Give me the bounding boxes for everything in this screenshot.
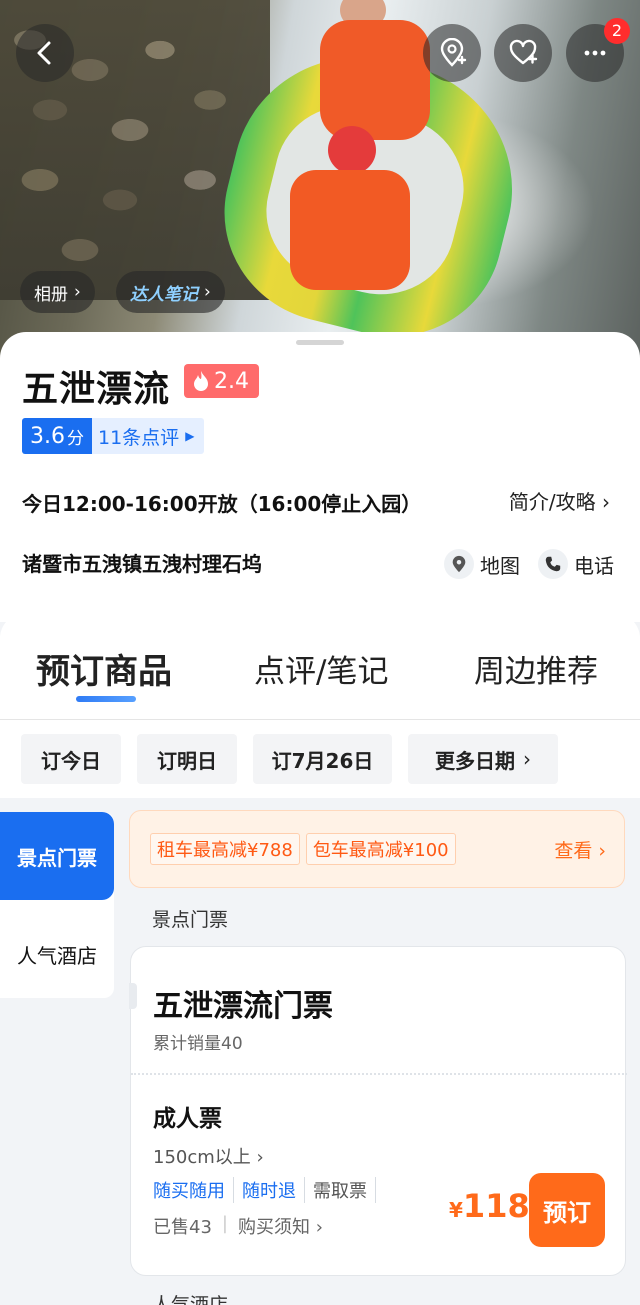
- review-count-link[interactable]: 11条点评 ▶: [92, 418, 205, 454]
- policy-tag: 需取票: [313, 1177, 376, 1203]
- promo-tag: 租车最高减¥788: [150, 833, 300, 865]
- review-count-label: 11条点评: [98, 426, 180, 449]
- drag-handle[interactable]: [296, 340, 344, 345]
- chevron-right-icon: ›: [74, 282, 81, 302]
- tab-reviews-notes[interactable]: 点评/笔记: [254, 646, 388, 691]
- purchase-notes-link[interactable]: 购买须知 ›: [238, 1213, 323, 1239]
- page: 2 相册 › 达人笔记 › 五泄漂流 2.4 3.6 分 11条点评 ▶ 今日12…: [0, 0, 640, 1305]
- location-plus-icon: [440, 38, 467, 67]
- price: ¥118: [449, 1187, 530, 1225]
- flame-icon: [194, 371, 208, 391]
- chevron-right-icon: ›: [602, 490, 610, 514]
- phone-label: 电话: [574, 553, 614, 578]
- caret-right-icon: ▶: [185, 429, 195, 443]
- location-add-button[interactable]: [423, 24, 481, 82]
- promo-see-link[interactable]: 查看 ›: [554, 836, 606, 863]
- car-rental-promo-banner[interactable]: 租车最高减¥788 包车最高减¥100 查看 ›: [129, 810, 625, 888]
- ticket-type: 成人票: [153, 1106, 222, 1132]
- product-name: 五泄漂流门票: [153, 989, 333, 1024]
- date-tomorrow-button[interactable]: 订明日: [137, 734, 237, 784]
- sidebar-item-tickets[interactable]: 景点门票: [0, 812, 114, 900]
- person-lifejacket-decoration: [290, 170, 410, 290]
- phone-button[interactable]: 电话: [538, 546, 614, 582]
- attraction-info-card: 五泄漂流 2.4 3.6 分 11条点评 ▶ 今日12:00-16:00开放（16…: [0, 332, 640, 622]
- attraction-title: 五泄漂流: [22, 369, 171, 410]
- policy-tag: 随时退: [242, 1177, 305, 1203]
- chevron-right-icon: ›: [256, 1147, 264, 1168]
- expert-notes-label: 达人笔记: [130, 284, 198, 305]
- sold-count: 已售43: [153, 1217, 212, 1238]
- tab-nearby[interactable]: 周边推荐: [474, 646, 598, 691]
- height-requirement: 150cm以上: [153, 1147, 251, 1168]
- dotted-divider: [131, 1073, 627, 1075]
- map-button[interactable]: 地图: [444, 546, 520, 582]
- separator: |: [221, 1213, 228, 1234]
- book-button[interactable]: 预订: [529, 1173, 605, 1247]
- card-notch: [129, 983, 137, 1009]
- map-pin-icon: [444, 549, 474, 579]
- ticket-policies: 随买随用 随时退 需取票: [153, 1177, 376, 1203]
- price-value: 118: [462, 1187, 530, 1225]
- date-today-button[interactable]: 订今日: [21, 734, 121, 784]
- album-button[interactable]: 相册 ›: [20, 271, 95, 313]
- opening-hours: 今日12:00-16:00开放（16:00停止入园）: [22, 492, 422, 516]
- expert-notes-button[interactable]: 达人笔记 ›: [116, 271, 225, 313]
- chevron-right-icon: ›: [598, 839, 606, 862]
- album-label: 相册: [34, 284, 68, 305]
- price-currency: ¥: [449, 1198, 463, 1222]
- intro-guide-label: 简介/攻略: [508, 490, 596, 514]
- more-dates-label: 更多日期: [435, 748, 515, 773]
- hero-photo[interactable]: 2 相册 › 达人笔记 ›: [0, 0, 640, 360]
- cumulative-sales: 累计销量40: [153, 1034, 243, 1054]
- helmet-decoration: [328, 126, 376, 174]
- rating-box[interactable]: 3.6 分 11条点评 ▶: [22, 418, 205, 454]
- more-button[interactable]: 2: [566, 18, 630, 82]
- promo-tag: 包车最高减¥100: [305, 833, 456, 865]
- tab-booking[interactable]: 预订商品: [36, 644, 172, 693]
- height-requirement-link[interactable]: 150cm以上 ›: [153, 1143, 264, 1169]
- phone-icon: [538, 549, 568, 579]
- heat-value: 2.4: [214, 368, 249, 394]
- sidebar-item-hotels[interactable]: 人气酒店: [0, 910, 114, 998]
- heart-plus-icon: [509, 39, 538, 65]
- date-specific-button[interactable]: 订7月26日: [253, 734, 392, 784]
- chevron-right-icon: ›: [315, 1217, 323, 1238]
- map-label: 地图: [480, 553, 520, 578]
- score-unit: 分: [67, 428, 84, 449]
- date-selector: 订今日 订明日 订7月26日 更多日期 ›: [0, 720, 640, 798]
- more-dots-icon: [584, 50, 606, 56]
- address: 诸暨市五洩镇五洩村理石坞: [22, 552, 262, 576]
- policy-tag: 随买随用: [153, 1177, 234, 1203]
- back-button[interactable]: [16, 24, 74, 82]
- person-lifejacket-decoration: [320, 20, 430, 140]
- score-value: 3.6: [30, 423, 65, 449]
- chevron-right-icon: ›: [523, 747, 531, 771]
- content-tabs: 预订商品 点评/笔记 周边推荐: [0, 614, 640, 720]
- purchase-notes-label: 购买须知: [237, 1217, 310, 1238]
- rating-score: 3.6 分: [22, 418, 92, 454]
- favorite-button[interactable]: [494, 24, 552, 82]
- section-heading-tickets: 景点门票: [152, 909, 229, 931]
- intro-guide-link[interactable]: 简介/攻略 ›: [509, 486, 610, 515]
- chevron-left-icon: [37, 41, 51, 65]
- section-heading-hotels: 人气酒店: [152, 1294, 229, 1305]
- category-sidebar: 景点门票 人气酒店: [0, 812, 114, 998]
- notification-badge: 2: [604, 18, 630, 44]
- sold-row: 已售43 | 购买须知 ›: [153, 1213, 323, 1239]
- ticket-product-card[interactable]: 五泄漂流门票 累计销量40 成人票 150cm以上 › 随买随用 随时退 需取票…: [129, 946, 627, 1276]
- promo-see-label: 查看: [554, 839, 593, 862]
- chevron-right-icon: ›: [204, 282, 211, 302]
- heat-badge: 2.4: [184, 364, 259, 398]
- more-dates-button[interactable]: 更多日期 ›: [408, 734, 558, 784]
- active-tab-indicator: [76, 696, 136, 702]
